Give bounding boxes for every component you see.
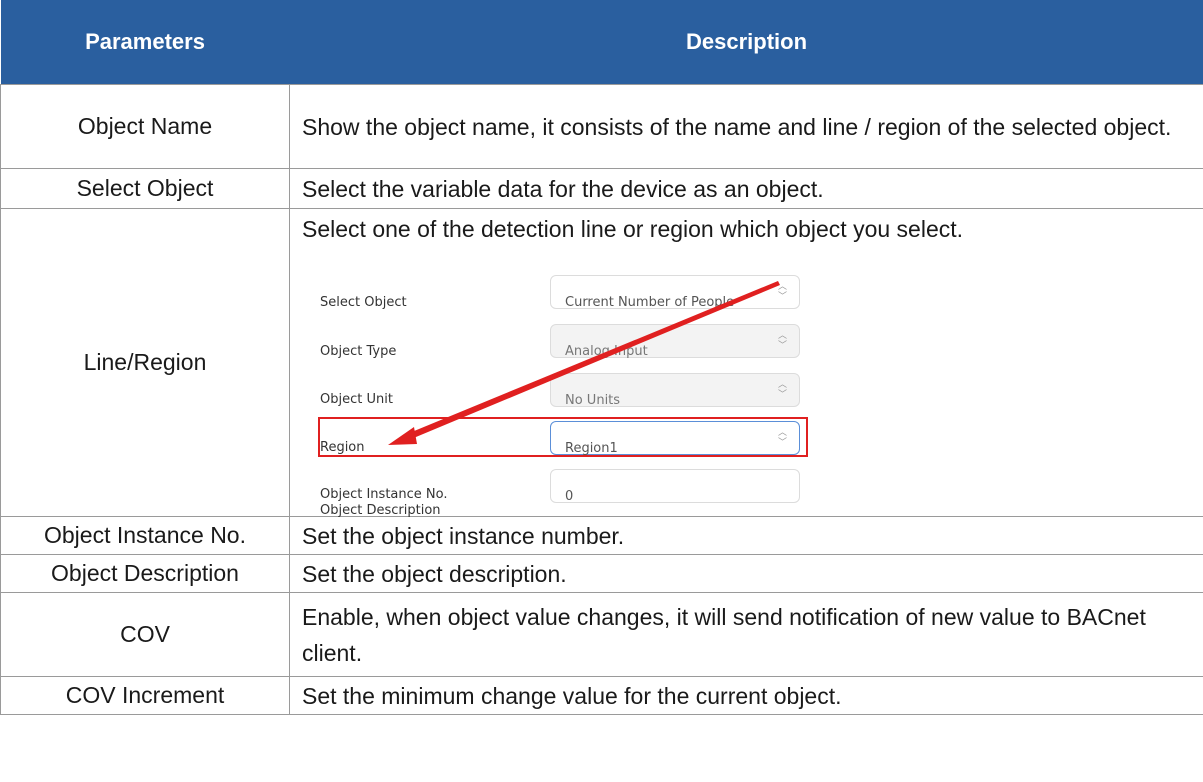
parameters-table: Parameters Description Object Name Show … bbox=[0, 0, 1203, 715]
desc-cell: Select one of the detection line or regi… bbox=[289, 208, 1203, 518]
header-description: Description bbox=[289, 0, 1203, 85]
param-cell: COV bbox=[0, 592, 290, 677]
object-instance-input: 0 bbox=[550, 469, 800, 504]
param-cell: COV Increment bbox=[0, 676, 290, 715]
table-row: Object Description Set the object descri… bbox=[0, 554, 1203, 593]
form-value: Current Number of People bbox=[565, 295, 735, 310]
param-cell: Object Instance No. bbox=[0, 516, 290, 555]
table-row: Line/Region Select one of the detection … bbox=[0, 208, 1203, 518]
table-header-row: Parameters Description bbox=[0, 0, 1203, 85]
chevron-updown-icon: ︿ ﹀ bbox=[777, 331, 787, 351]
chevron-updown-icon: ︿ ﹀ bbox=[777, 380, 787, 400]
desc-cell: Enable, when object value changes, it wi… bbox=[289, 592, 1203, 677]
header-parameters: Parameters bbox=[0, 0, 290, 85]
form-value: No Units bbox=[565, 393, 621, 408]
desc-cell: Show the object name, it consists of the… bbox=[289, 84, 1203, 169]
embedded-screenshot: Select Object Current Number of People ︿… bbox=[302, 267, 1202, 507]
form-label-object-type: Object Type bbox=[320, 344, 397, 359]
desc-cell: Select the variable data for the device … bbox=[289, 168, 1203, 209]
param-cell: Select Object bbox=[0, 168, 290, 209]
form-value: Region1 bbox=[565, 441, 618, 456]
param-cell: Object Name bbox=[0, 84, 290, 169]
chevron-updown-icon: ︿ ﹀ bbox=[777, 428, 787, 448]
table-row: Select Object Select the variable data f… bbox=[0, 168, 1203, 209]
table-row: Object Instance No. Set the object insta… bbox=[0, 516, 1203, 555]
table-row: Object Name Show the object name, it con… bbox=[0, 84, 1203, 169]
form-value: 0 bbox=[565, 489, 574, 504]
object-type-dropdown: Analog Input ︿ ﹀ bbox=[550, 324, 800, 359]
table-row: COV Increment Set the minimum change val… bbox=[0, 676, 1203, 715]
chevron-updown-icon: ︿ ﹀ bbox=[777, 282, 787, 302]
form-label-region: Region bbox=[320, 440, 365, 455]
form-label-object-unit: Object Unit bbox=[320, 392, 393, 407]
region-dropdown: Region1 ︿ ﹀ bbox=[550, 421, 800, 456]
object-unit-dropdown: No Units ︿ ﹀ bbox=[550, 373, 800, 408]
param-cell: Line/Region bbox=[0, 208, 290, 517]
param-cell: Object Description bbox=[0, 554, 290, 593]
desc-cell: Set the minimum change value for the cur… bbox=[289, 676, 1203, 715]
form-label-select-object: Select Object bbox=[320, 295, 407, 310]
desc-cell: Set the object description. bbox=[289, 554, 1203, 593]
table-row: COV Enable, when object value changes, i… bbox=[0, 592, 1203, 677]
form-label-object-description: Object Description bbox=[320, 503, 441, 518]
form-value: Analog Input bbox=[565, 344, 648, 359]
select-object-dropdown: Current Number of People ︿ ﹀ bbox=[550, 275, 800, 310]
desc-text: Select one of the detection line or regi… bbox=[302, 216, 964, 242]
